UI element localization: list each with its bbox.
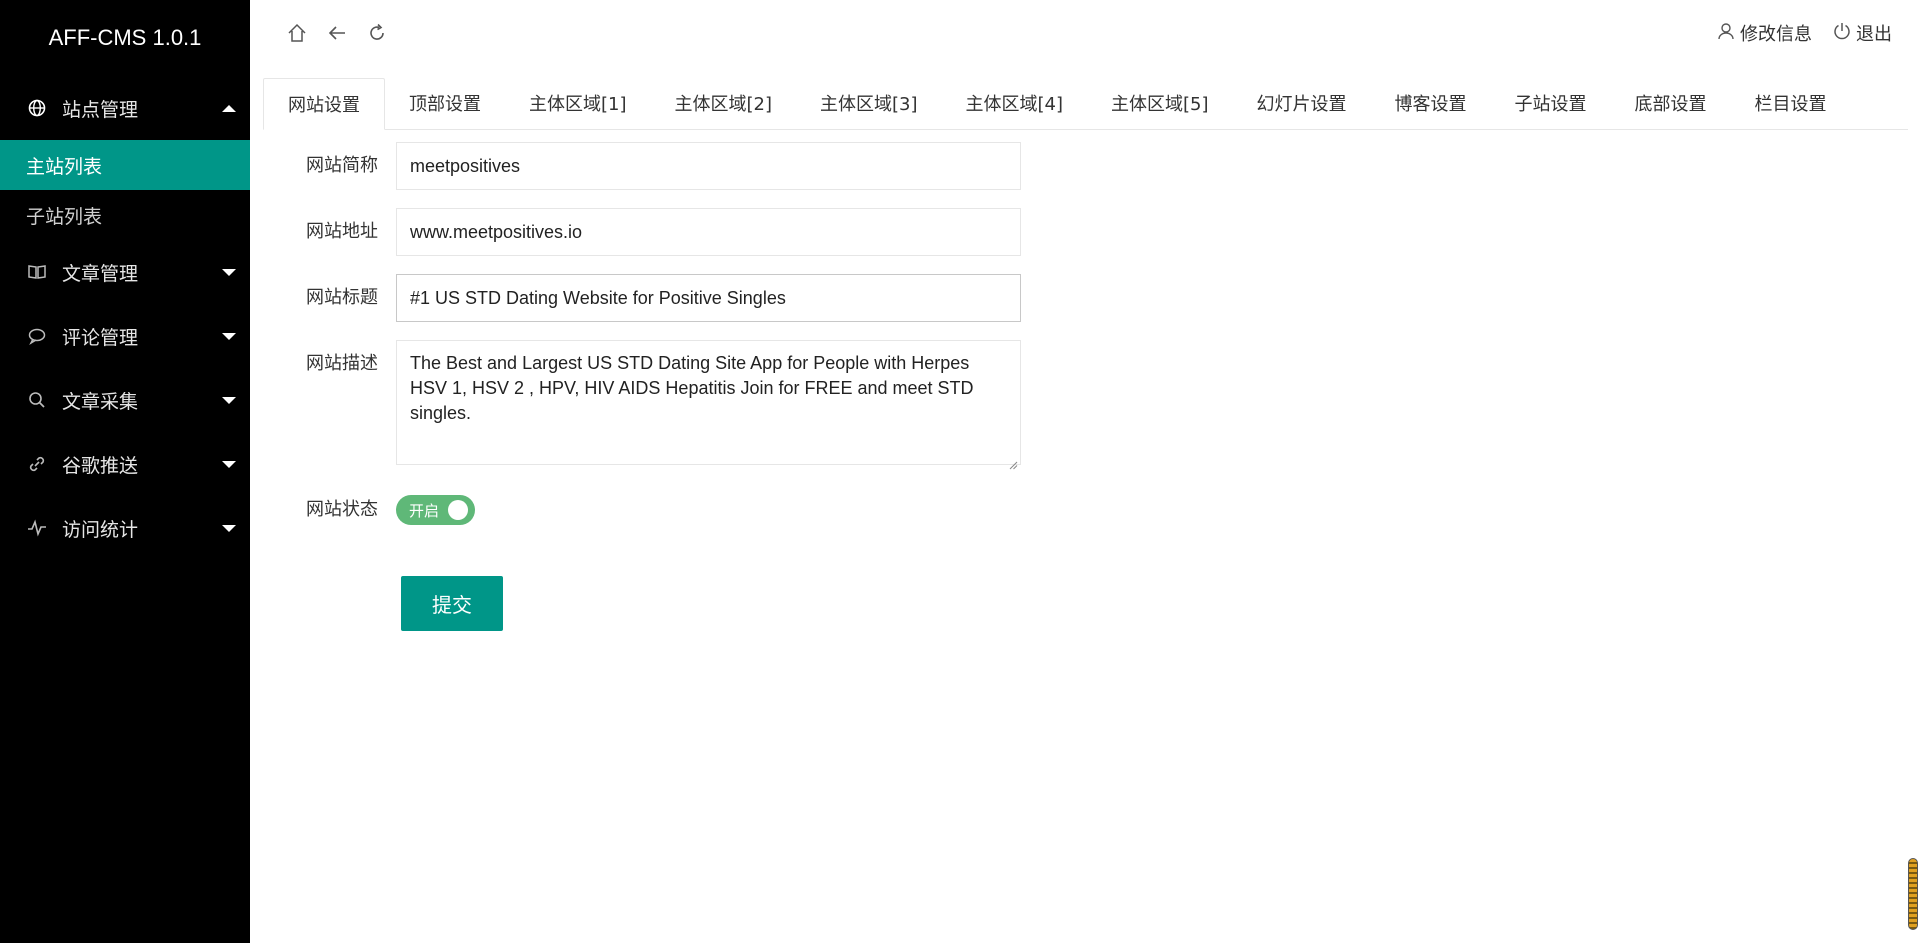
caret-down-icon	[222, 524, 236, 532]
caret-down-icon	[222, 268, 236, 276]
top-right-actions: 修改信息 退出	[1716, 0, 1892, 66]
top-bar: 修改信息 退出	[250, 0, 1920, 66]
form-row-site-name: 网站简称 meetpositives	[263, 142, 1021, 190]
site-status-switch[interactable]: 开启	[396, 495, 475, 525]
sidebar-group-label: 谷歌推送	[62, 454, 139, 477]
switch-knob	[448, 500, 468, 520]
sidebar-item-main-sites[interactable]: 主站列表	[0, 140, 250, 190]
sidebar-group-label: 访问统计	[62, 518, 139, 541]
settings-tabs: 网站设置 顶部设置 主体区域[1] 主体区域[2] 主体区域[3] 主体区域[4…	[263, 78, 1908, 130]
switch-wrapper: 开启	[396, 486, 475, 525]
sidebar-group-comments[interactable]: 评论管理	[0, 304, 250, 368]
sidebar-group-label: 文章管理	[62, 262, 139, 285]
tab-column-settings[interactable]: 栏目设置	[1731, 77, 1851, 129]
caret-up-icon	[222, 104, 236, 112]
user-icon	[1716, 21, 1736, 46]
sidebar-group-articles[interactable]: 文章管理	[0, 240, 250, 304]
form-row-site-url: 网站地址 www.meetpositives.io	[263, 208, 1021, 256]
power-icon	[1832, 21, 1852, 46]
tab-blog-settings[interactable]: 博客设置	[1371, 77, 1491, 129]
sidebar-item-sub-sites[interactable]: 子站列表	[0, 190, 250, 240]
edit-profile-link[interactable]: 修改信息	[1716, 20, 1812, 46]
tab-subsite-settings[interactable]: 子站设置	[1491, 77, 1611, 129]
edit-profile-label: 修改信息	[1740, 24, 1812, 45]
switch-text: 开启	[409, 501, 440, 520]
sidebar-group-label: 站点管理	[62, 98, 139, 121]
tab-main-area-1[interactable]: 主体区域[1]	[505, 77, 651, 129]
form-row-site-description: 网站描述 The Best and Largest US STD Dating …	[263, 340, 1021, 470]
sidebar: AFF-CMS 1.0.1 站点管理 主站列表 子站列表 文章管理 评论管理 文…	[0, 0, 250, 943]
book-icon	[26, 261, 48, 283]
tab-site-settings[interactable]: 网站设置	[263, 78, 385, 130]
site-url-label: 网站地址	[306, 221, 378, 242]
sidebar-group-label: 评论管理	[62, 326, 139, 349]
tab-main-area-4[interactable]: 主体区域[4]	[942, 77, 1088, 129]
sidebar-group-visit-stats[interactable]: 访问统计	[0, 496, 250, 560]
sidebar-group-label: 文章采集	[62, 390, 139, 413]
site-name-label: 网站简称	[306, 155, 378, 176]
site-title-input[interactable]: #1 US STD Dating Website for Positive Si…	[396, 274, 1021, 322]
scroll-handle[interactable]	[1908, 858, 1918, 930]
site-url-input[interactable]: www.meetpositives.io	[396, 208, 1021, 256]
back-arrow-icon[interactable]	[326, 22, 348, 44]
caret-down-icon	[222, 396, 236, 404]
site-description-text: The Best and Largest US STD Dating Site …	[410, 353, 974, 423]
submit-button[interactable]: 提交	[401, 576, 503, 631]
pulse-icon	[26, 517, 48, 539]
tab-header-settings[interactable]: 顶部设置	[385, 77, 505, 129]
logout-label: 退出	[1856, 24, 1892, 45]
tab-footer-settings[interactable]: 底部设置	[1611, 77, 1731, 129]
tab-main-area-3[interactable]: 主体区域[3]	[796, 77, 942, 129]
tab-main-area-5[interactable]: 主体区域[5]	[1087, 77, 1233, 129]
home-icon[interactable]	[286, 22, 308, 44]
globe-icon	[26, 97, 48, 119]
resize-grip-icon[interactable]	[1008, 452, 1018, 470]
refresh-icon[interactable]	[366, 22, 388, 44]
sidebar-group-collection[interactable]: 文章采集	[0, 368, 250, 432]
site-description-textarea[interactable]: The Best and Largest US STD Dating Site …	[396, 340, 1021, 470]
search-icon	[26, 389, 48, 411]
sidebar-group-google-push[interactable]: 谷歌推送	[0, 432, 250, 496]
caret-down-icon	[222, 460, 236, 468]
tab-main-area-2[interactable]: 主体区域[2]	[651, 77, 797, 129]
site-status-label: 网站状态	[306, 499, 378, 520]
site-description-label: 网站描述	[306, 353, 378, 374]
link-icon	[26, 453, 48, 475]
app-logo: AFF-CMS 1.0.1	[48, 25, 202, 50]
logout-link[interactable]: 退出	[1832, 20, 1892, 46]
form-row-site-status: 网站状态 开启	[263, 486, 475, 534]
site-name-input[interactable]: meetpositives	[396, 142, 1021, 190]
tab-slideshow-settings[interactable]: 幻灯片设置	[1233, 77, 1371, 129]
sidebar-group-site-management[interactable]: 站点管理	[0, 76, 250, 140]
caret-down-icon	[222, 332, 236, 340]
form-row-site-title: 网站标题 #1 US STD Dating Website for Positi…	[263, 274, 1021, 322]
site-title-label: 网站标题	[306, 287, 378, 308]
comment-icon	[26, 325, 48, 347]
